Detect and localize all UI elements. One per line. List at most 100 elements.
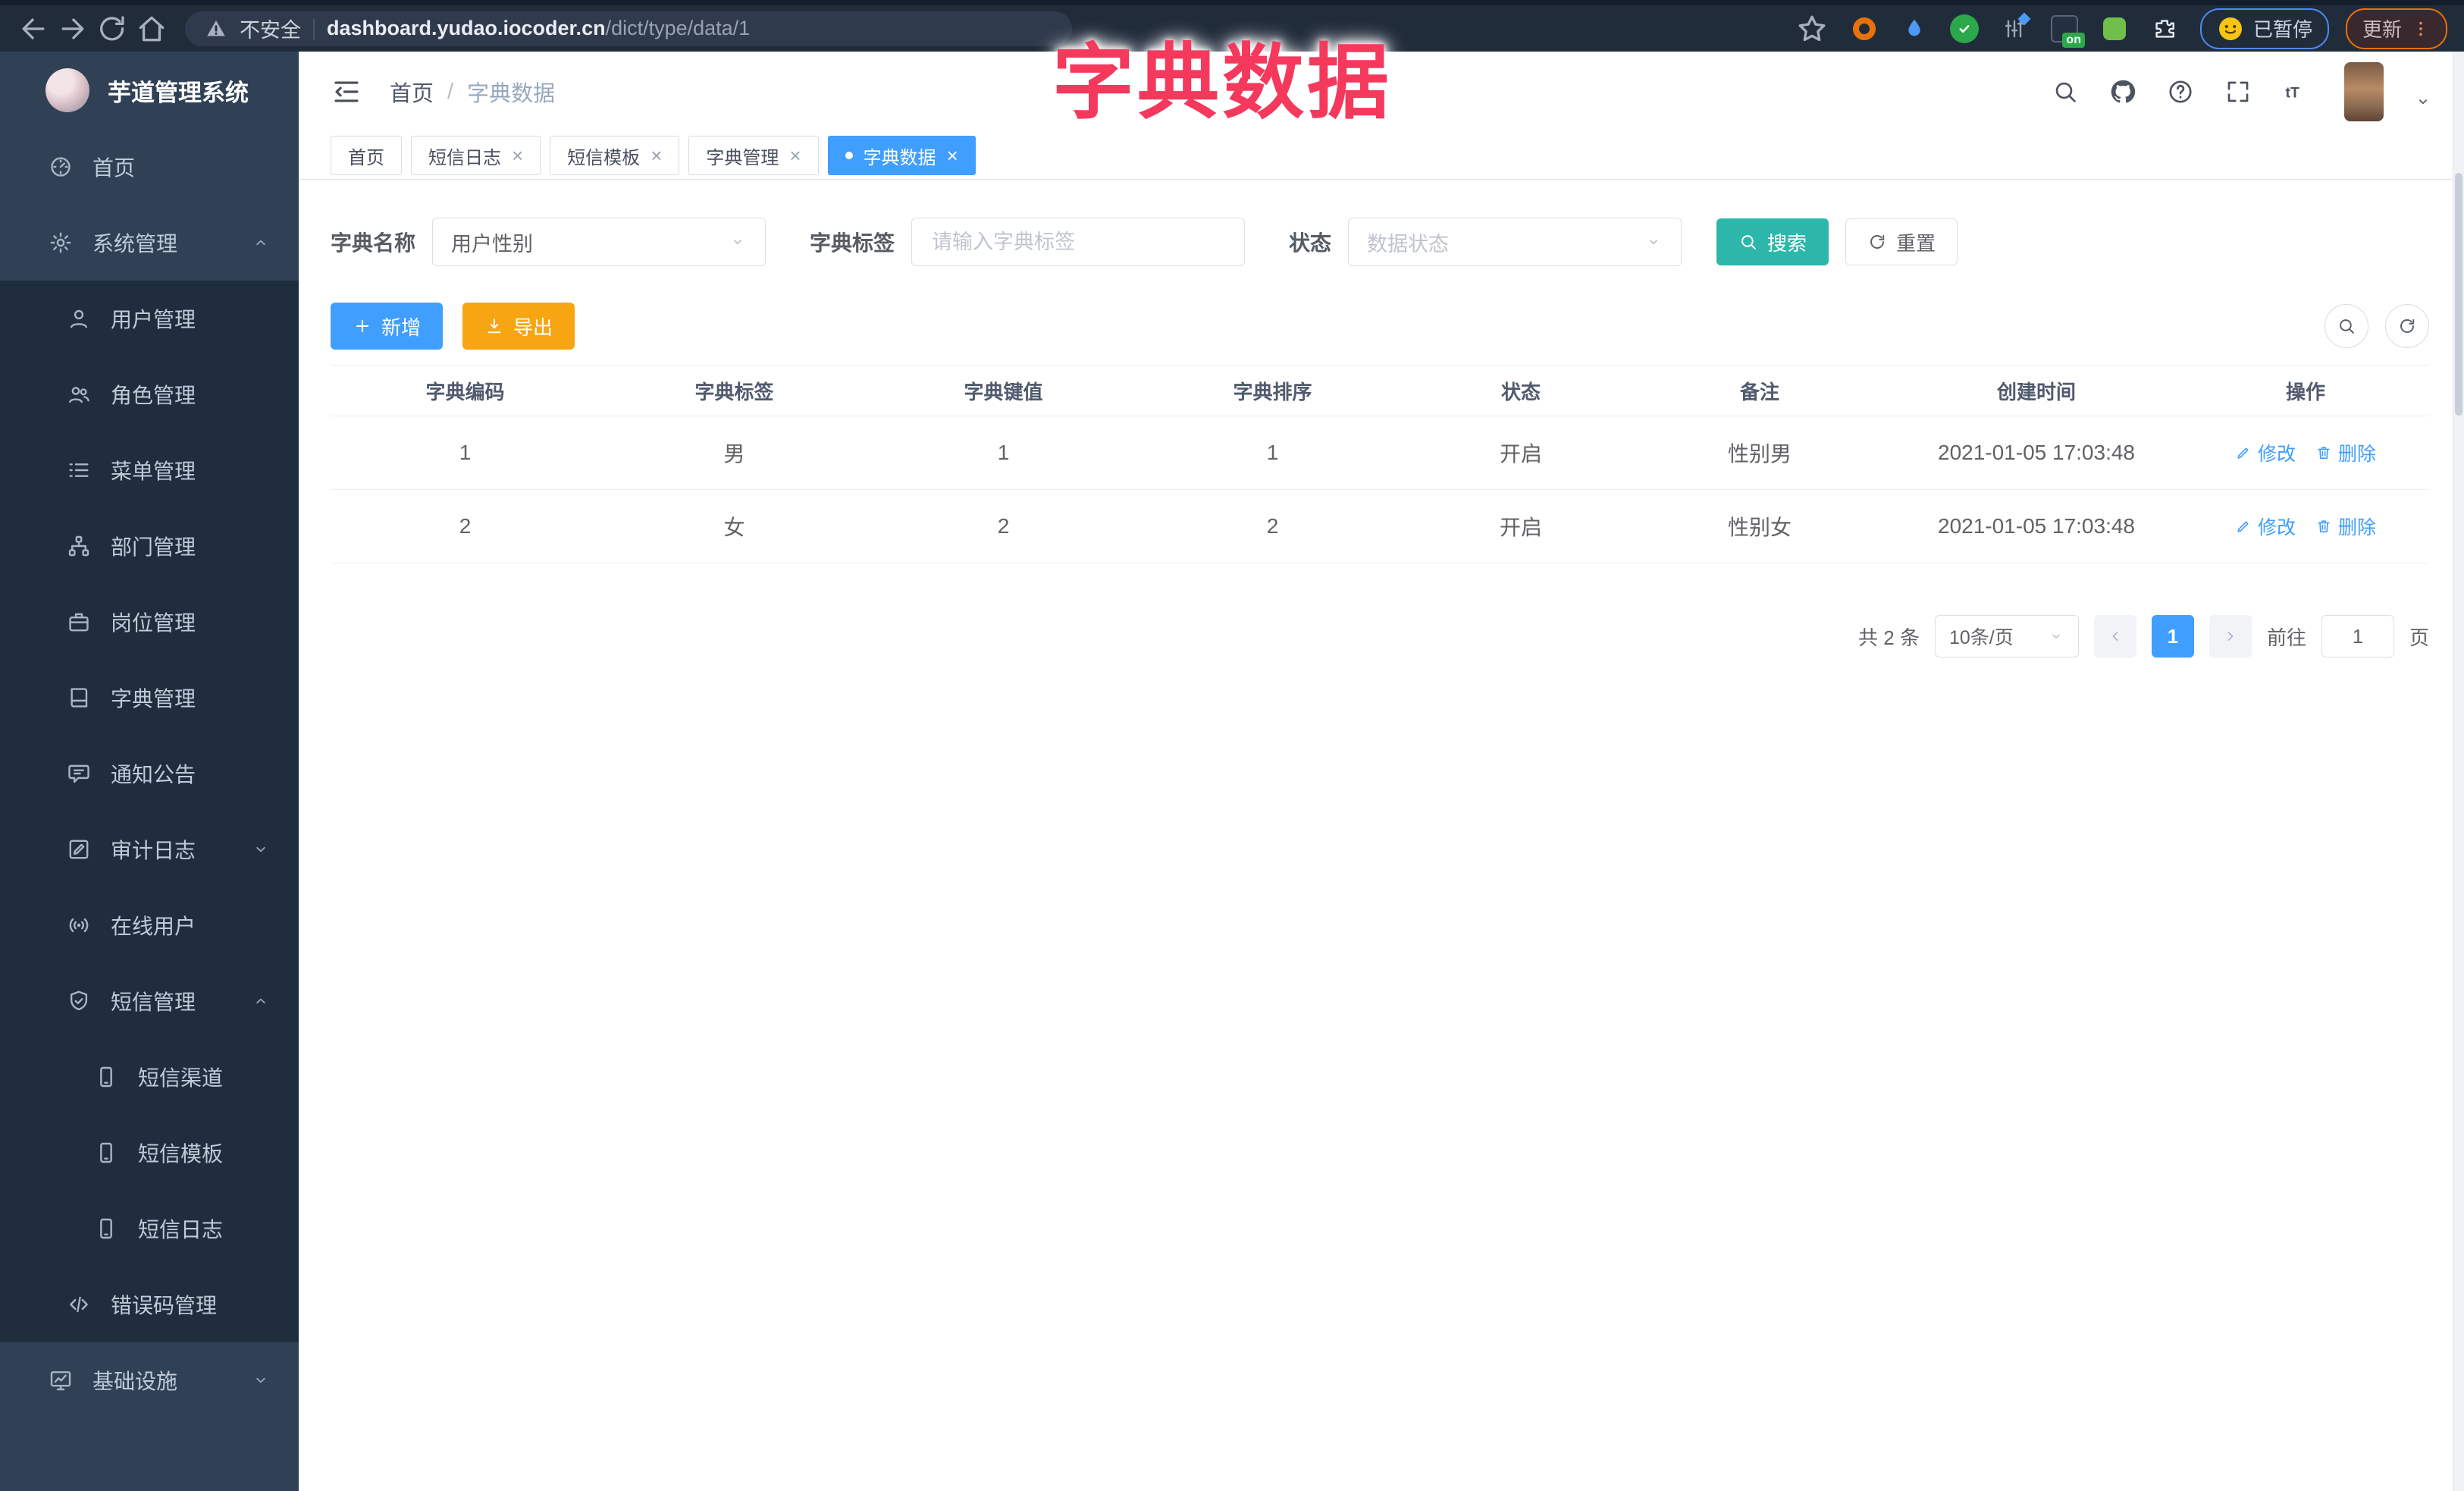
sidebar-item[interactable]: 短信渠道 — [0, 1039, 299, 1115]
reset-button[interactable]: 重置 — [1845, 218, 1958, 265]
code-icon — [67, 1292, 91, 1317]
table-row: 1 男 1 1 开启 性别男 2021-01-05 17:03:48 修改 删除 — [331, 416, 2429, 490]
search-button[interactable]: 搜索 — [1716, 218, 1829, 265]
sidebar-item[interactable]: 角色管理 — [0, 356, 299, 432]
tab-active[interactable]: 字典数据 × — [827, 136, 976, 175]
dict-name-select[interactable]: 用户性别 — [432, 218, 766, 266]
page-scrollbar[interactable] — [2453, 52, 2464, 1491]
sidebar-item-label: 首页 — [92, 156, 136, 180]
goto-page-input[interactable] — [2321, 615, 2394, 658]
sidebar-item[interactable]: 通知公告 — [0, 736, 299, 811]
tab[interactable]: 字典管理 × — [688, 136, 819, 175]
green-check-extension-icon[interactable] — [1948, 13, 1980, 45]
scrollbar-thumb[interactable] — [2455, 173, 2462, 416]
tab[interactable]: 首页 — [331, 136, 402, 175]
tab-close-icon[interactable]: × — [512, 146, 523, 165]
search-icon[interactable] — [2052, 78, 2079, 105]
breadcrumb-home[interactable]: 首页 — [390, 76, 434, 108]
tab-bar: 首页 短信日志 × 短信模板 × 字典管理 × 字典数据 × — [299, 132, 2464, 180]
dict-tag-input[interactable] — [930, 229, 1227, 255]
page-size-select[interactable]: 10条/页 — [1934, 615, 2079, 658]
app-logo[interactable]: 芋道管理系统 — [0, 52, 299, 129]
action-label: 删除 — [2338, 444, 2377, 465]
tab-close-icon[interactable]: × — [789, 146, 801, 165]
sidebar-item[interactable]: 部门管理 — [0, 508, 299, 584]
browser-forward-button[interactable] — [56, 12, 89, 46]
font-size-icon[interactable]: tT — [2282, 78, 2309, 105]
refresh-icon — [2397, 316, 2417, 336]
action-label: 修改 — [2257, 444, 2296, 465]
collapse-sidebar-icon[interactable] — [331, 76, 362, 108]
sliders-extension-icon[interactable] — [1998, 12, 2031, 45]
sidebar-item[interactable]: 短信日志 — [0, 1191, 299, 1267]
fullscreen-icon[interactable] — [2224, 78, 2252, 105]
tab[interactable]: 短信模板 × — [550, 136, 680, 175]
sidebar-item[interactable]: 基础设施 — [0, 1342, 299, 1418]
on-badge-extension-icon[interactable]: on — [2049, 13, 2085, 48]
browser-back-button[interactable] — [17, 12, 50, 46]
tab-close-icon[interactable]: × — [947, 146, 958, 165]
refresh-table-button[interactable] — [2385, 304, 2429, 348]
table-cell-actions: 修改 删除 — [2188, 513, 2423, 540]
user-icon — [67, 306, 91, 331]
user-menu-caret-icon[interactable] — [2414, 93, 2432, 111]
help-icon[interactable] — [2167, 78, 2194, 105]
prev-page-button[interactable] — [2093, 615, 2136, 658]
svg-text:tT: tT — [2286, 85, 2299, 102]
paused-extension-badge[interactable]: 已暂停 — [2199, 8, 2329, 49]
sidebar-item[interactable]: 菜单管理 — [0, 432, 299, 508]
chevron-down-icon — [2048, 628, 2064, 645]
orange-ring-extension-icon[interactable] — [1848, 13, 1880, 45]
sidebar-item[interactable]: 岗位管理 — [0, 584, 299, 660]
tab-close-icon[interactable]: × — [650, 146, 662, 165]
sidebar-item[interactable]: 短信模板 — [0, 1115, 299, 1191]
sidebar-item-label: 角色管理 — [111, 384, 196, 407]
sidebar-item[interactable]: 用户管理 — [0, 281, 299, 356]
puzzle-extensions-icon[interactable] — [2149, 13, 2180, 45]
delete-link[interactable]: 删除 — [2315, 513, 2376, 540]
sidebar-item[interactable]: 在线用户 — [0, 887, 299, 963]
smiley-extension-icon — [2217, 15, 2244, 42]
next-page-button[interactable] — [2209, 615, 2252, 658]
green-extension-icon[interactable] — [2099, 13, 2130, 45]
status-select[interactable]: 数据状态 — [1348, 218, 1682, 266]
browser-reload-button[interactable] — [96, 12, 129, 46]
sidebar-item[interactable]: 首页 — [0, 129, 299, 205]
table-cell: 2 — [459, 514, 472, 538]
sidebar-item[interactable]: 字典管理 — [0, 660, 299, 736]
add-button[interactable]: 新增 — [331, 303, 444, 350]
toggle-search-button[interactable] — [2324, 304, 2368, 348]
address-bar-divider — [313, 17, 315, 39]
status-label: 状态 — [1289, 231, 1332, 255]
blue-droplet-extension-icon[interactable] — [1898, 13, 1930, 45]
address-bar[interactable]: 不安全 dashboard.yudao.iocoder.cn/dict/type… — [185, 11, 1072, 46]
current-page[interactable]: 1 — [2151, 615, 2194, 658]
chevron-left-icon — [2107, 628, 2124, 645]
table-cell: 性别女 — [1727, 516, 1792, 539]
sidebar-item[interactable]: 错误码管理 — [0, 1267, 299, 1342]
table-cell: 1 — [997, 441, 1010, 464]
browser-update-button[interactable]: 更新 — [2345, 8, 2447, 49]
sidebar-item[interactable]: 系统管理 — [0, 205, 299, 281]
total-count: 共 2 条 — [1858, 626, 1920, 649]
message-icon — [67, 761, 91, 786]
bookmark-star-icon[interactable] — [1795, 12, 1829, 46]
tab[interactable]: 短信日志 × — [411, 136, 541, 175]
table-cell: 2 — [1266, 514, 1279, 538]
edit-link[interactable]: 修改 — [2235, 513, 2296, 540]
browser-menu-icon[interactable] — [2411, 19, 2431, 39]
sidebar-item[interactable]: 短信管理 — [0, 963, 299, 1039]
sidebar-item-label: 字典管理 — [111, 687, 196, 711]
sidebar-item-label: 基础设施 — [92, 1370, 178, 1393]
dict-data-table: 字典编码 字典标签 字典键值 字典排序 状态 备注 创建时间 操作 1 男 1 1 开启 性别男 2021… — [331, 365, 2429, 563]
export-button[interactable]: 导出 — [462, 303, 575, 350]
action-label: 删除 — [2338, 517, 2377, 538]
sidebar-item[interactable]: 审计日志 — [0, 811, 299, 887]
browser-home-button[interactable] — [135, 12, 168, 46]
edit-link[interactable]: 修改 — [2235, 439, 2296, 466]
github-icon[interactable] — [2109, 78, 2136, 105]
table-header-cell: 创建时间 — [1996, 380, 2076, 403]
delete-link[interactable]: 删除 — [2315, 439, 2376, 466]
user-avatar[interactable] — [2344, 62, 2384, 121]
chevron-down-icon — [1644, 233, 1663, 251]
